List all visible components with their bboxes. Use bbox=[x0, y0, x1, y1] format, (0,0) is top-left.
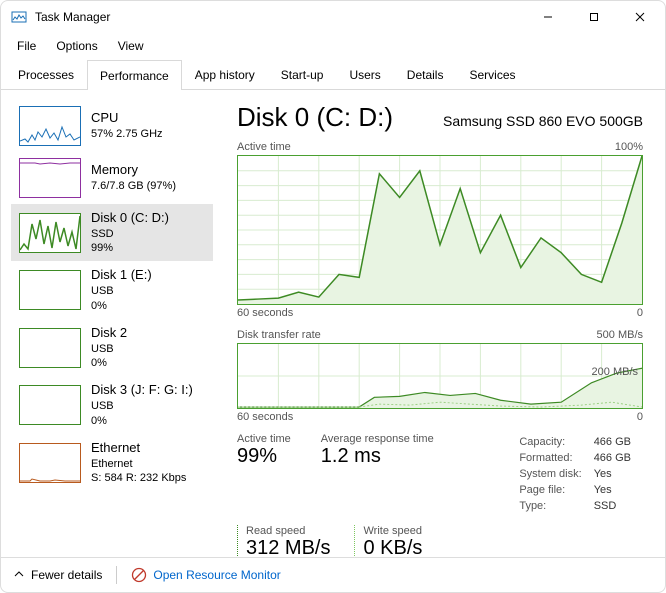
cpu-sub: 57% 2.75 GHz bbox=[91, 127, 163, 141]
app-icon bbox=[11, 9, 27, 25]
disk1-name: Disk 1 (E:) bbox=[91, 267, 152, 284]
chart2-xright: 0 bbox=[637, 411, 643, 423]
tab-app-history[interactable]: App history bbox=[182, 59, 268, 89]
disk1-thumb bbox=[19, 270, 81, 310]
maximize-button[interactable] bbox=[571, 1, 617, 33]
chart1-xright: 0 bbox=[637, 307, 643, 319]
disk3-thumb bbox=[19, 385, 81, 425]
disk1-sub: USB bbox=[91, 284, 152, 298]
disk0-thumb bbox=[19, 213, 81, 253]
disk2-sub2: 0% bbox=[91, 356, 127, 370]
tab-startup[interactable]: Start-up bbox=[268, 59, 337, 89]
title-bar: Task Manager bbox=[1, 1, 665, 33]
prop-type: Type:SSD bbox=[519, 499, 641, 513]
tab-services[interactable]: Services bbox=[456, 59, 528, 89]
sidebar-item-disk1[interactable]: Disk 1 (E:)USB0% bbox=[11, 261, 213, 318]
disk1-sub2: 0% bbox=[91, 299, 152, 313]
active-time-chart[interactable] bbox=[237, 155, 643, 305]
chart2-label: Disk transfer rate bbox=[237, 329, 321, 341]
prop-page-file: Page file:Yes bbox=[519, 483, 641, 497]
menu-bar: File Options View bbox=[1, 33, 665, 59]
menu-options[interactable]: Options bbox=[46, 35, 107, 57]
disk3-sub2: 0% bbox=[91, 414, 193, 428]
resource-monitor-icon bbox=[131, 567, 147, 583]
detail-title: Disk 0 (C: D:) bbox=[237, 102, 393, 133]
disk2-sub: USB bbox=[91, 342, 127, 356]
menu-file[interactable]: File bbox=[7, 35, 46, 57]
detail-properties: Capacity:466 GB Formatted:466 GB System … bbox=[517, 433, 643, 515]
transfer-rate-chart[interactable]: 200 MB/s bbox=[237, 343, 643, 409]
ethernet-sub: Ethernet bbox=[91, 457, 186, 471]
memory-thumb bbox=[19, 158, 81, 198]
prop-system-disk: System disk:Yes bbox=[519, 467, 641, 481]
sidebar-item-disk3[interactable]: Disk 3 (J: F: G: I:)USB0% bbox=[11, 376, 213, 433]
chart1-max: 100% bbox=[615, 141, 643, 153]
minimize-button[interactable] bbox=[525, 1, 571, 33]
tab-processes[interactable]: Processes bbox=[5, 59, 87, 89]
memory-name: Memory bbox=[91, 162, 176, 179]
disk3-sub: USB bbox=[91, 399, 193, 413]
sidebar-item-ethernet[interactable]: EthernetEthernetS: 584 R: 232 Kbps bbox=[11, 434, 213, 491]
prop-capacity: Capacity:466 GB bbox=[519, 435, 641, 449]
chart1-xleft: 60 seconds bbox=[237, 307, 293, 319]
tab-performance[interactable]: Performance bbox=[87, 60, 182, 90]
tab-users[interactable]: Users bbox=[336, 59, 393, 89]
footer-divider bbox=[116, 566, 117, 584]
sidebar-item-memory[interactable]: Memory7.6/7.8 GB (97%) bbox=[11, 152, 213, 204]
ethernet-sub2: S: 584 R: 232 Kbps bbox=[91, 471, 186, 485]
tab-strip: Processes Performance App history Start-… bbox=[1, 59, 665, 90]
chart2-xleft: 60 seconds bbox=[237, 411, 293, 423]
fewer-details-button[interactable]: Fewer details bbox=[13, 568, 102, 583]
sidebar-item-cpu[interactable]: CPU57% 2.75 GHz bbox=[11, 100, 213, 152]
chart2-inner-label: 200 MB/s bbox=[592, 366, 638, 378]
chevron-up-icon bbox=[13, 568, 25, 583]
disk2-thumb bbox=[19, 328, 81, 368]
open-resource-monitor-link[interactable]: Open Resource Monitor bbox=[131, 567, 280, 583]
close-button[interactable] bbox=[617, 1, 663, 33]
sidebar-item-disk2[interactable]: Disk 2USB0% bbox=[11, 319, 213, 376]
chart2-max: 500 MB/s bbox=[597, 329, 643, 341]
disk2-name: Disk 2 bbox=[91, 325, 127, 342]
sidebar[interactable]: CPU57% 2.75 GHz Memory7.6/7.8 GB (97%) D… bbox=[1, 90, 213, 557]
disk3-name: Disk 3 (J: F: G: I:) bbox=[91, 382, 193, 399]
ethernet-name: Ethernet bbox=[91, 440, 186, 457]
disk0-sub2: 99% bbox=[91, 241, 169, 255]
memory-sub: 7.6/7.8 GB (97%) bbox=[91, 179, 176, 193]
detail-panel: Disk 0 (C: D:) Samsung SSD 860 EVO 500GB… bbox=[213, 90, 665, 557]
stat-write-speed: Write speed 0 KB/s bbox=[354, 525, 422, 557]
cpu-name: CPU bbox=[91, 110, 163, 127]
tab-details[interactable]: Details bbox=[394, 59, 457, 89]
footer: Fewer details Open Resource Monitor bbox=[1, 557, 665, 592]
menu-view[interactable]: View bbox=[108, 35, 154, 57]
stat-avg-response: Average response time 1.2 ms bbox=[321, 433, 434, 468]
sidebar-item-disk0[interactable]: Disk 0 (C: D:)SSD99% bbox=[11, 204, 213, 261]
window-title: Task Manager bbox=[35, 10, 525, 24]
chart1-label: Active time bbox=[237, 141, 291, 153]
disk0-sub: SSD bbox=[91, 227, 169, 241]
detail-model: Samsung SSD 860 EVO 500GB bbox=[443, 113, 643, 129]
disk0-name: Disk 0 (C: D:) bbox=[91, 210, 169, 227]
stat-read-speed: Read speed 312 MB/s bbox=[237, 525, 330, 557]
ethernet-thumb bbox=[19, 443, 81, 483]
cpu-thumb bbox=[19, 106, 81, 146]
prop-formatted: Formatted:466 GB bbox=[519, 451, 641, 465]
stat-active-time: Active time 99% bbox=[237, 433, 291, 468]
